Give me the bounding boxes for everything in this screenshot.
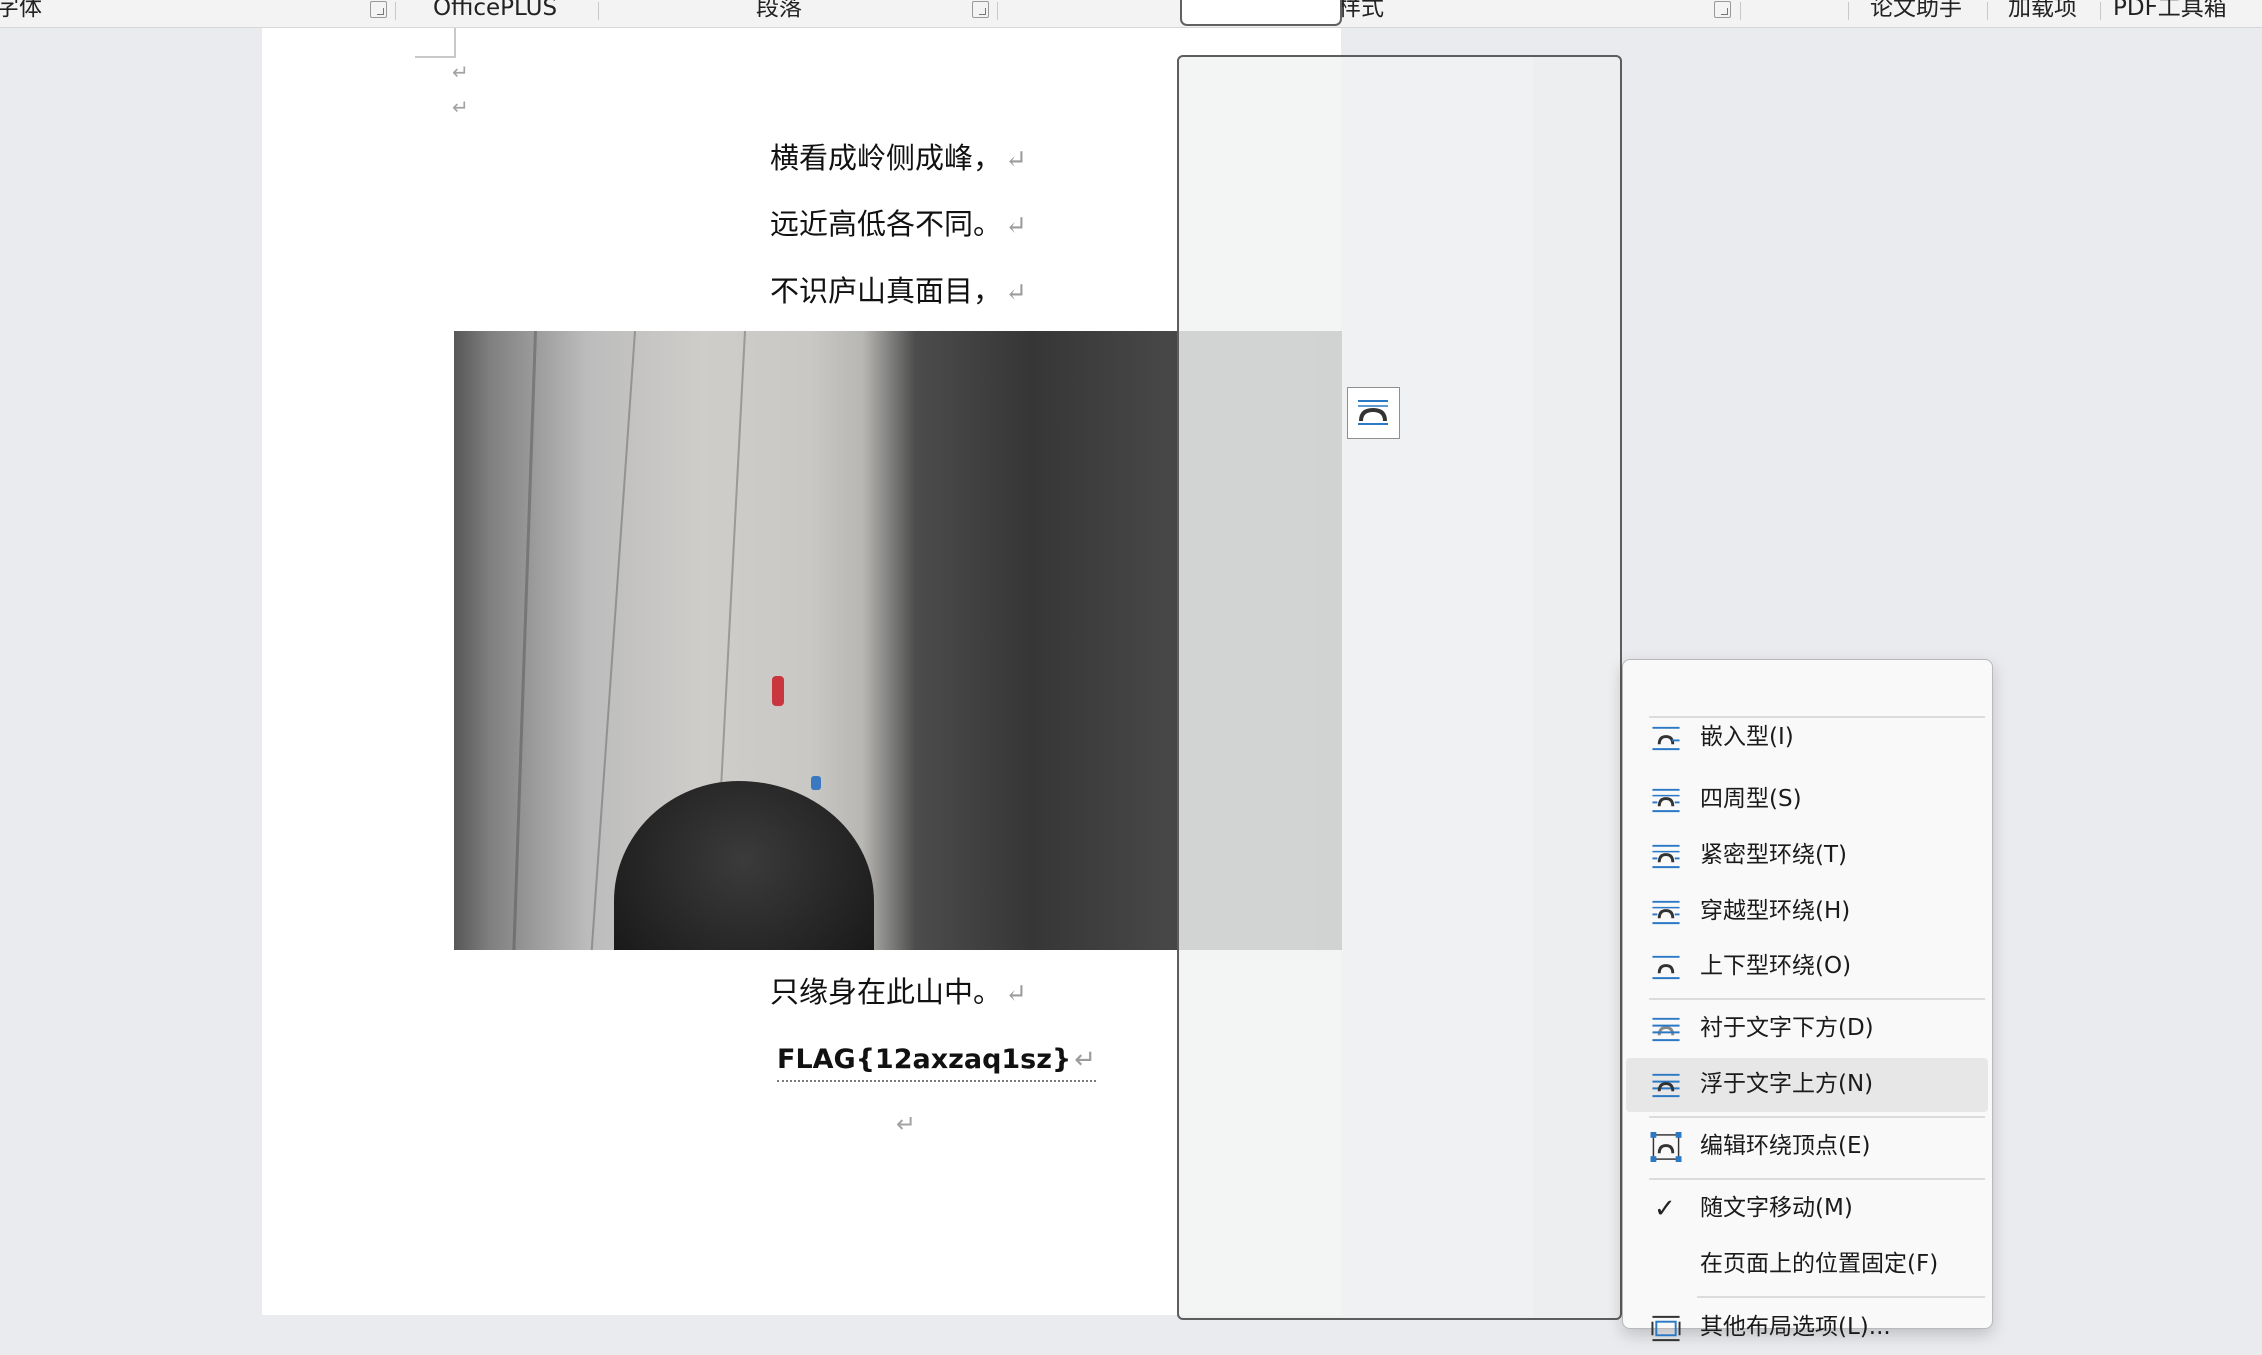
- menu-item-top-bottom[interactable]: 上下型环绕(O): [1626, 940, 1988, 994]
- ribbon: 字体 OfficePLUS 段落 样式 论文助手 加载项 PDF工具箱: [0, 0, 2262, 28]
- menu-item-tight[interactable]: 紧密型环绕(T): [1626, 829, 1988, 883]
- styles-group-label: 样式: [1338, 0, 1384, 21]
- menu-item-label: 编辑环绕顶点(E): [1700, 1133, 1871, 1159]
- font-group-label: 字体: [0, 0, 42, 21]
- menu-item-label: 四周型(S): [1700, 786, 1802, 812]
- wrap-inline-icon: [1358, 400, 1388, 425]
- menu-item-square[interactable]: 四周型(S): [1626, 773, 1988, 827]
- menu-separator: [1649, 1178, 1985, 1180]
- style-gallery-box[interactable]: [1180, 0, 1342, 26]
- menu-item-edit-wrap-points[interactable]: 编辑环绕顶点(E): [1626, 1120, 1988, 1174]
- paragraph-group-label: 段落: [756, 0, 802, 21]
- menu-item-inline[interactable]: 嵌入型(I): [1626, 711, 1988, 765]
- menu-item-label: 紧密型环绕(T): [1700, 842, 1847, 868]
- menu-item-more-layout-options[interactable]: 其他布局选项(L)...: [1626, 1301, 1988, 1355]
- wrap-square-icon: [1650, 785, 1682, 815]
- menu-item-label: 穿越型环绕(H): [1700, 898, 1851, 924]
- thesis-assistant-button[interactable]: 论文助手: [1870, 0, 1962, 20]
- poem-line[interactable]: 只缘身在此山中。 ↵: [770, 972, 1027, 1014]
- poem-line[interactable]: 不识庐山真面目， ↵: [770, 271, 1027, 313]
- pdf-toolbox-button[interactable]: PDF工具箱: [2113, 0, 2227, 20]
- ribbon-divider: [1848, 2, 1849, 20]
- officeplus-label[interactable]: OfficePLUS: [433, 0, 557, 20]
- menu-item-label: 衬于文字下方(D): [1700, 1015, 1874, 1041]
- photo-boulder: [614, 781, 874, 950]
- photo-texture: [511, 331, 537, 950]
- wrap-tight-icon: [1650, 841, 1682, 871]
- menu-item-behind-text[interactable]: 衬于文字下方(D): [1626, 1002, 1988, 1056]
- edit-wrap-points-icon: [1650, 1132, 1682, 1162]
- addins-button[interactable]: 加载项: [2008, 0, 2077, 20]
- menu-item-move-with-text[interactable]: ✓ 随文字移动(M): [1626, 1182, 1988, 1236]
- font-dialog-launcher-icon[interactable]: [370, 1, 387, 18]
- photo-climber: [811, 776, 821, 790]
- menu-item-in-front-of-text[interactable]: 浮于文字上方(N): [1626, 1058, 1988, 1112]
- menu-separator: [1697, 1296, 1985, 1298]
- menu-item-label: 其他布局选项(L)...: [1700, 1314, 1891, 1340]
- in-front-text-icon: [1650, 1070, 1682, 1100]
- behind-text-icon: [1650, 1014, 1682, 1044]
- paragraph-mark: ↵: [896, 1110, 917, 1138]
- wrap-inline-icon: [1650, 723, 1682, 753]
- photo-climber: [772, 676, 784, 706]
- ribbon-divider: [1740, 2, 1741, 20]
- menu-item-label: 上下型环绕(O): [1700, 953, 1852, 979]
- menu-item-label: 在页面上的位置固定(F): [1700, 1251, 1939, 1277]
- checkmark-icon: ✓: [1654, 1194, 1676, 1224]
- layout-options-button[interactable]: [1347, 387, 1400, 439]
- ribbon-divider: [2100, 2, 2101, 20]
- flag-text[interactable]: FLAG{12axzaq1sz} ↵: [777, 1040, 1096, 1082]
- paragraph-mark: ↵: [452, 95, 469, 119]
- margin-corner-mark: [454, 28, 456, 58]
- poem-line[interactable]: 远近高低各不同。 ↵: [770, 204, 1027, 246]
- side-pane[interactable]: [1177, 55, 1622, 1320]
- ribbon-divider: [997, 2, 998, 20]
- ribbon-divider: [1987, 2, 1988, 20]
- menu-item-through[interactable]: 穿越型环绕(H): [1626, 885, 1988, 939]
- menu-item-label: 浮于文字上方(N): [1700, 1071, 1874, 1097]
- wrap-through-icon: [1650, 897, 1682, 927]
- menu-item-label: 随文字移动(M): [1700, 1195, 1853, 1221]
- menu-separator: [1649, 998, 1985, 1000]
- more-layout-icon: [1650, 1313, 1682, 1343]
- paragraph-dialog-launcher-icon[interactable]: [972, 1, 989, 18]
- ribbon-divider: [598, 2, 599, 20]
- menu-item-fix-position[interactable]: 在页面上的位置固定(F): [1626, 1238, 1988, 1292]
- wrap-text-context-menu: 嵌入型(I) 四周型(S) 紧密型环绕(T) 穿越型环绕(H) 上下型环绕(O) 衬于文字…: [1622, 659, 1993, 1342]
- ribbon-divider: [395, 2, 396, 20]
- poem-line[interactable]: 横看成岭侧成峰， ↵: [770, 138, 1027, 180]
- menu-separator: [1649, 1116, 1985, 1118]
- wrap-top-bottom-icon: [1650, 952, 1682, 982]
- styles-dialog-launcher-icon[interactable]: [1714, 1, 1731, 18]
- margin-corner-mark: [415, 56, 455, 58]
- paragraph-mark: ↵: [452, 60, 469, 84]
- menu-item-label: 嵌入型(I): [1700, 724, 1794, 750]
- photo-texture: [1054, 331, 1080, 950]
